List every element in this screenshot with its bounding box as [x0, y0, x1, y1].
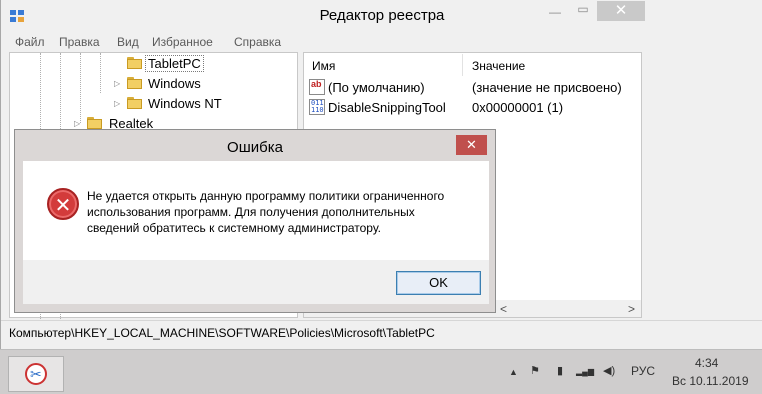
menu-view[interactable]: Вид	[117, 35, 139, 49]
value-data: (значение не присвоено)	[472, 80, 622, 95]
status-bar: Компьютер\HKEY_LOCAL_MACHINE\SOFTWARE\Po…	[1, 320, 762, 344]
menu-bar: Файл Правка Вид Избранное Справка	[1, 32, 762, 52]
error-dialog: Ошибка ✕ ✕ Не удается открыть данную про…	[14, 129, 496, 313]
dialog-title-bar[interactable]: Ошибка ✕	[15, 130, 495, 161]
expand-arrow-icon[interactable]: ▷	[74, 119, 80, 128]
minimize-icon: —	[549, 5, 561, 19]
value-name: (По умолчанию)	[328, 80, 425, 95]
close-icon: ✕	[466, 137, 477, 152]
binary-value-icon: 011 110	[309, 99, 325, 115]
tree-guide-line	[100, 53, 101, 93]
menu-favorites[interactable]: Избранное	[152, 35, 213, 49]
title-bar[interactable]: Редактор реестра — ▭ ✕	[1, 0, 762, 32]
folder-icon	[127, 77, 142, 89]
action-center-flag-icon[interactable]: ⚑	[530, 364, 540, 377]
menu-edit[interactable]: Правка	[59, 35, 100, 49]
folder-icon	[127, 97, 142, 109]
column-header-value-label: Значение	[472, 59, 526, 73]
error-icon: ✕	[47, 188, 79, 220]
tree-node-tabletpc[interactable]: TabletPC	[110, 55, 230, 73]
tree-node-label: Windows	[148, 76, 201, 91]
maximize-button[interactable]: ▭	[569, 1, 597, 21]
column-header-name[interactable]: Имя	[304, 54, 460, 76]
column-separator[interactable]	[462, 54, 463, 76]
menu-help[interactable]: Справка	[234, 35, 281, 49]
dialog-button-area: OK	[23, 260, 489, 304]
column-header-value[interactable]: Значение	[464, 54, 640, 76]
ok-button[interactable]: OK	[396, 271, 481, 295]
expand-arrow-icon[interactable]: ▷	[114, 79, 120, 88]
snipping-tool-icon: ✂	[25, 363, 47, 385]
scroll-right-icon[interactable]: >	[628, 302, 635, 316]
tree-guide-line	[80, 53, 81, 123]
dialog-close-button[interactable]: ✕	[456, 135, 487, 155]
battery-icon[interactable]: ▮	[557, 364, 563, 377]
maximize-icon: ▭	[577, 2, 589, 16]
column-header-name-label: Имя	[312, 59, 336, 73]
clock-time[interactable]: 4:34	[695, 356, 718, 370]
error-message-line: сведений обратитесь к системному админис…	[87, 221, 381, 235]
registry-value-row[interactable]: ab (По умолчанию) (значение не присвоено…	[308, 79, 638, 97]
input-language-indicator[interactable]: РУС	[631, 364, 655, 378]
error-message-line: использования программ. Для получения до…	[87, 205, 415, 219]
minimize-button[interactable]: —	[541, 1, 569, 21]
taskbar: ✂ ▲ ⚑ ▮ ▂▄▆ ◀) РУС 4:34 Вс 10.11.2019	[0, 349, 762, 394]
registry-value-row[interactable]: 011 110 DisableSnippingTool 0x00000001 (…	[308, 99, 638, 117]
expand-arrow-icon[interactable]: ▷	[114, 99, 120, 108]
dialog-body: ✕ Не удается открыть данную программу по…	[23, 161, 489, 304]
scroll-left-icon[interactable]: <	[500, 302, 507, 316]
folder-icon	[127, 57, 142, 69]
dialog-title: Ошибка	[227, 139, 283, 156]
volume-icon[interactable]: ◀)	[603, 364, 615, 377]
string-value-icon: ab	[309, 79, 325, 95]
menu-file[interactable]: Файл	[15, 35, 45, 49]
status-key-path: Компьютер\HKEY_LOCAL_MACHINE\SOFTWARE\Po…	[9, 326, 435, 340]
clock-date[interactable]: Вс 10.11.2019	[672, 374, 749, 388]
show-hidden-icons-icon[interactable]: ▲	[509, 367, 518, 377]
tree-node-label: Windows NT	[148, 96, 222, 111]
value-name: DisableSnippingTool	[328, 100, 446, 115]
folder-icon	[87, 117, 102, 129]
tree-node-windows-nt[interactable]: ▷ Windows NT	[110, 95, 240, 113]
close-icon: ✕	[614, 2, 628, 19]
tree-node-windows[interactable]: ▷ Windows	[110, 75, 230, 93]
close-button[interactable]: ✕	[597, 1, 645, 21]
network-signal-icon[interactable]: ▂▄▆	[576, 367, 594, 376]
value-data: 0x00000001 (1)	[472, 100, 564, 115]
taskbar-app-button[interactable]: ✂	[8, 356, 64, 392]
tree-node-label: TabletPC	[145, 55, 204, 72]
window-title: Редактор реестра	[319, 7, 445, 24]
error-message-line: Не удается открыть данную программу поли…	[87, 189, 445, 203]
